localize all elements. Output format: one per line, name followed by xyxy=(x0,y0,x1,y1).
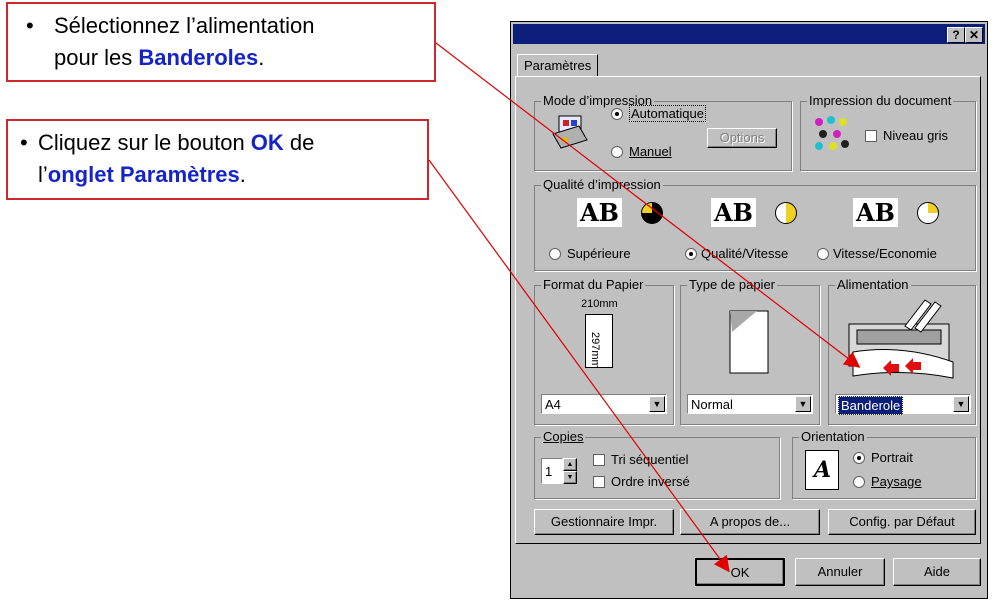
arrow-to-alimentation xyxy=(435,42,861,368)
arrow-to-ok xyxy=(428,159,730,573)
annotation-arrows xyxy=(428,42,861,573)
